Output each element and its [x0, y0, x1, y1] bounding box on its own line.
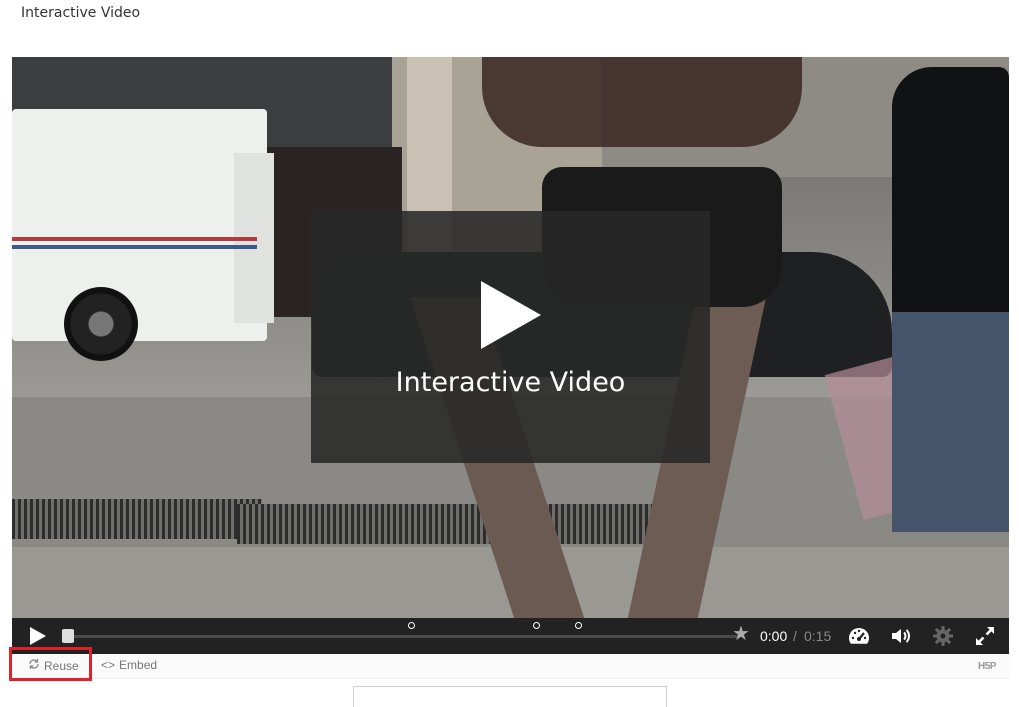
fullscreen-icon[interactable]	[973, 624, 997, 648]
embed-label: Embed	[119, 658, 158, 672]
reuse-label: Reuse	[44, 658, 79, 673]
scene-truck	[12, 109, 267, 341]
interaction-marker[interactable]	[575, 622, 583, 629]
h5p-logo[interactable]: H5P	[978, 661, 996, 672]
video-player[interactable]: Interactive Video	[12, 57, 1009, 618]
seek-bar[interactable]	[62, 635, 740, 638]
scene-truck-wheel	[64, 287, 138, 361]
time-total: 0:15	[804, 628, 832, 644]
embed-button[interactable]: <> Embed	[101, 658, 157, 672]
volume-icon[interactable]	[889, 624, 913, 648]
settings-icon[interactable]	[931, 624, 955, 648]
content-box	[353, 686, 667, 707]
footer-bar	[12, 654, 1009, 679]
scene-jeans	[892, 312, 1009, 532]
interaction-marker[interactable]	[533, 622, 541, 629]
play-icon[interactable]	[480, 281, 541, 349]
page-heading: Interactive Video	[21, 5, 141, 21]
playback-speed-icon[interactable]	[847, 624, 871, 648]
bookmark-star-icon[interactable]: ★	[732, 624, 750, 644]
scene-pedestrian	[892, 67, 1009, 317]
time-separator: /	[793, 628, 797, 644]
interaction-marker[interactable]	[407, 622, 415, 629]
reuse-icon	[28, 658, 40, 673]
scene-grate	[12, 499, 262, 539]
scene-grate	[237, 504, 677, 544]
video-splash-overlay[interactable]: Interactive Video	[311, 211, 710, 463]
seek-handle[interactable]	[62, 629, 74, 643]
scene-truck-stripe	[12, 245, 257, 249]
time-current: 0:00	[760, 628, 788, 644]
reuse-button[interactable]: Reuse	[28, 658, 79, 673]
scene-truck-stripe	[12, 237, 257, 241]
embed-icon: <>	[101, 658, 116, 672]
scene-bag	[482, 57, 802, 147]
splash-title: Interactive Video	[395, 367, 626, 398]
control-bar: ★ 0:00 / 0:15	[12, 618, 1009, 654]
play-icon[interactable]	[30, 627, 46, 645]
